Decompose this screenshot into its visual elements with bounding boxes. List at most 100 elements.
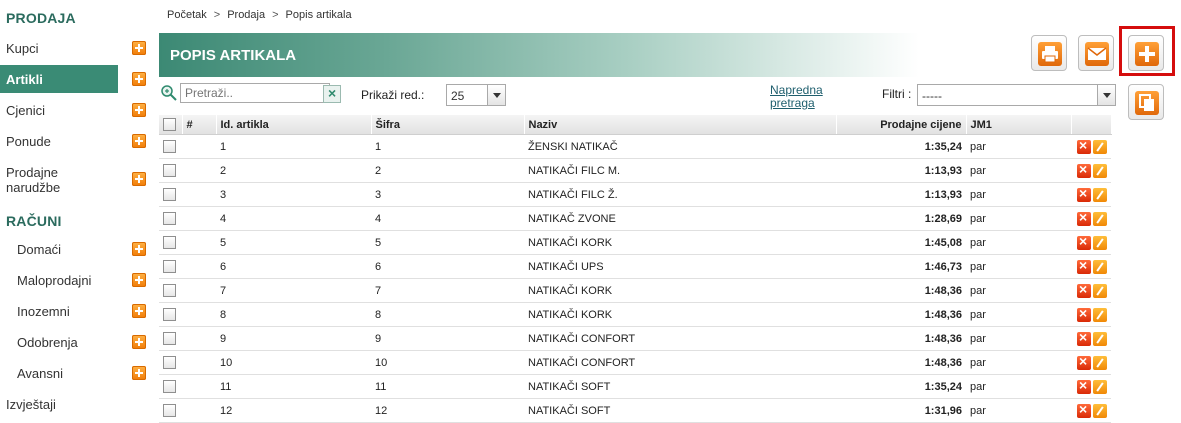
chevron-down-icon xyxy=(1097,85,1115,105)
pencil-icon[interactable] xyxy=(1093,355,1107,370)
column-hash[interactable]: # xyxy=(182,115,217,135)
row-select-cell xyxy=(159,398,182,423)
delete-icon[interactable] xyxy=(1077,281,1091,298)
print-button[interactable] xyxy=(1031,35,1067,71)
delete-icon[interactable] xyxy=(1077,353,1091,370)
article-price: 1:48,36 xyxy=(836,350,966,375)
row-checkbox[interactable] xyxy=(163,284,176,297)
row-select-cell xyxy=(159,182,182,207)
row-checkbox[interactable] xyxy=(163,140,176,153)
delete-icon[interactable] xyxy=(1077,257,1091,274)
row-checkbox[interactable] xyxy=(163,308,176,321)
clear-search-icon[interactable] xyxy=(323,85,341,103)
row-checkbox[interactable] xyxy=(163,164,176,177)
add-icon[interactable] xyxy=(132,242,146,256)
pencil-icon[interactable] xyxy=(1093,379,1107,394)
search-input[interactable] xyxy=(180,83,330,103)
column-id[interactable]: Id. artikla xyxy=(216,115,372,135)
add-icon[interactable] xyxy=(132,103,146,117)
pencil-icon[interactable] xyxy=(1093,331,1107,346)
pencil-icon[interactable] xyxy=(1093,307,1107,322)
breadcrumb-section[interactable]: Prodaja xyxy=(227,9,265,21)
sidebar-item-artikli[interactable]: Artikli xyxy=(0,65,118,93)
delete-icon[interactable] xyxy=(1077,305,1091,322)
delete-icon[interactable] xyxy=(1077,161,1091,178)
email-button[interactable] xyxy=(1078,35,1114,71)
row-checkbox[interactable] xyxy=(163,212,176,225)
filter-select[interactable]: ----- xyxy=(917,84,1116,106)
add-icon[interactable] xyxy=(132,72,146,86)
table-row[interactable]: 6 6 NATIKAČI UPS 1:46,73 par xyxy=(159,254,1111,279)
sidebar-item-inozemni[interactable]: Inozemni xyxy=(0,297,152,325)
pencil-icon[interactable] xyxy=(1093,235,1107,250)
column-unit[interactable]: JM1 xyxy=(966,115,1072,135)
search-icon[interactable] xyxy=(160,84,178,102)
row-checkbox[interactable] xyxy=(163,188,176,201)
sidebar-heading-prodaja: PRODAJA xyxy=(6,10,76,26)
article-price: 1:35,24 xyxy=(836,374,966,399)
delete-icon[interactable] xyxy=(1077,233,1091,250)
table-row[interactable]: 11 11 NATIKAČI SOFT 1:35,24 par xyxy=(159,374,1111,399)
table-row[interactable]: 12 12 NATIKAČI SOFT 1:31,96 par xyxy=(159,398,1111,423)
add-article-button[interactable] xyxy=(1128,35,1164,71)
column-price[interactable]: Prodajne cijene xyxy=(836,115,967,135)
row-checkbox[interactable] xyxy=(163,404,176,417)
add-icon[interactable] xyxy=(132,366,146,380)
pencil-icon[interactable] xyxy=(1093,283,1107,298)
add-icon[interactable] xyxy=(132,273,146,287)
add-icon[interactable] xyxy=(132,134,146,148)
column-code[interactable]: Šifra xyxy=(371,115,525,135)
article-code: 7 xyxy=(371,278,524,303)
table-row[interactable]: 8 8 NATIKAČI KORK 1:48,36 par xyxy=(159,302,1111,327)
sidebar-item-avansni[interactable]: Avansni xyxy=(0,359,152,387)
add-icon[interactable] xyxy=(132,335,146,349)
delete-icon[interactable] xyxy=(1077,377,1091,394)
row-checkbox[interactable] xyxy=(163,380,176,393)
table-row[interactable]: 9 9 NATIKAČI CONFORT 1:48,36 par xyxy=(159,326,1111,351)
row-checkbox[interactable] xyxy=(163,356,176,369)
pencil-icon[interactable] xyxy=(1093,211,1107,226)
add-icon[interactable] xyxy=(132,41,146,55)
delete-icon[interactable] xyxy=(1077,329,1091,346)
row-select-cell xyxy=(159,350,182,375)
pencil-icon[interactable] xyxy=(1093,403,1107,418)
table-row[interactable]: 7 7 NATIKAČI KORK 1:48,36 par xyxy=(159,278,1111,303)
pencil-icon[interactable] xyxy=(1093,259,1107,274)
row-checkbox[interactable] xyxy=(163,260,176,273)
row-select-cell xyxy=(159,158,182,183)
sidebar-item-ponude[interactable]: Ponude xyxy=(0,127,152,155)
table-row[interactable]: 5 5 NATIKAČI KORK 1:45,08 par xyxy=(159,230,1111,255)
row-checkbox[interactable] xyxy=(163,236,176,249)
table-row[interactable]: 10 10 NATIKAČI CONFORT 1:48,36 par xyxy=(159,350,1111,375)
add-icon[interactable] xyxy=(132,172,146,186)
delete-icon[interactable] xyxy=(1077,401,1091,418)
table-row[interactable]: 1 1 ŽENSKI NATIKAČ 1:35,24 par xyxy=(159,134,1111,159)
row-checkbox[interactable] xyxy=(163,332,176,345)
delete-icon[interactable] xyxy=(1077,137,1091,154)
delete-icon[interactable] xyxy=(1077,209,1091,226)
page-title: POPIS ARTIKALA xyxy=(170,47,297,64)
pencil-icon[interactable] xyxy=(1093,139,1107,154)
breadcrumb-home[interactable]: Početak xyxy=(167,9,207,21)
article-unit: par xyxy=(966,398,1071,423)
rows-per-page-select[interactable]: 25 xyxy=(446,84,506,106)
pencil-icon[interactable] xyxy=(1093,163,1107,178)
table-row[interactable]: 3 3 NATIKAČI FILC Ž. 1:13,93 par xyxy=(159,182,1111,207)
column-name[interactable]: Naziv xyxy=(524,115,837,135)
delete-icon[interactable] xyxy=(1077,185,1091,202)
sidebar-item-prodajne-narudzbe[interactable]: Prodajne narudžbe xyxy=(0,160,152,198)
copy-button[interactable] xyxy=(1128,84,1164,120)
sidebar-item-domaci[interactable]: Domaći xyxy=(0,235,152,263)
sidebar-item-label: Maloprodajni xyxy=(17,273,92,288)
sidebar-item-izvjestaji[interactable]: Izvještaji xyxy=(0,390,152,418)
sidebar-item-maloprodajni[interactable]: Maloprodajni xyxy=(0,266,152,294)
sidebar-item-cjenici[interactable]: Cjenici xyxy=(0,96,152,124)
pencil-icon[interactable] xyxy=(1093,187,1107,202)
select-all-checkbox[interactable] xyxy=(163,118,176,131)
sidebar-item-odobrenja[interactable]: Odobrenja xyxy=(0,328,152,356)
advanced-search-link[interactable]: Napredna pretraga xyxy=(770,84,840,110)
add-icon[interactable] xyxy=(132,304,146,318)
table-row[interactable]: 4 4 NATIKAČ ZVONE 1:28,69 par xyxy=(159,206,1111,231)
table-row[interactable]: 2 2 NATIKAČI FILC M. 1:13,93 par xyxy=(159,158,1111,183)
sidebar-item-kupci[interactable]: Kupci xyxy=(0,34,152,62)
